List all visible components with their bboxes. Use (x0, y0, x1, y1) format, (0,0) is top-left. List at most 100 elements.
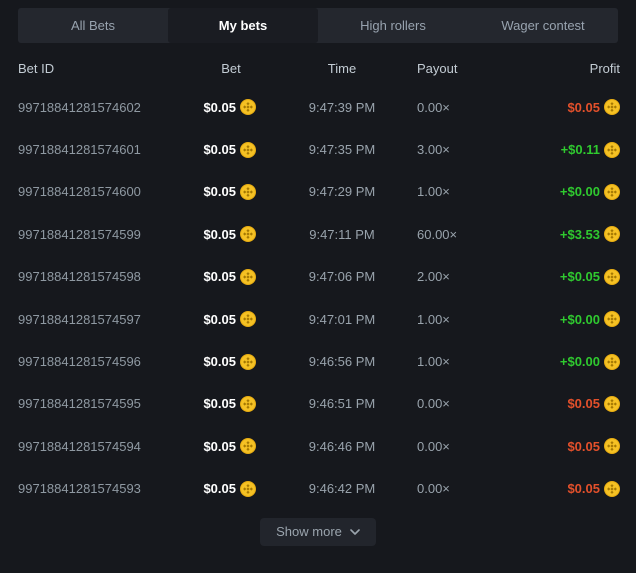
bet-payout-cell: 2.00× (410, 269, 515, 284)
bet-amount-value: $0.05 (203, 142, 236, 157)
bet-profit-value: +$3.53 (560, 227, 600, 242)
bet-amount-value: $0.05 (203, 100, 236, 115)
bets-tabbar: All Bets My bets High rollers Wager cont… (18, 8, 618, 43)
bet-profit-cell: +$0.05 (515, 269, 620, 285)
bet-profit-value: $0.05 (567, 481, 600, 496)
bet-id-cell: 99718841281574593 (18, 481, 188, 496)
bet-row: 99718841281574600 $0.05 9:47:29 PM 1.00×… (18, 171, 620, 213)
bnb-coin-icon (604, 354, 620, 370)
bet-row: 99718841281574595 $0.05 9:46:51 PM 0.00×… (18, 383, 620, 425)
bet-profit-value: +$0.00 (560, 354, 600, 369)
bet-profit-cell: +$0.00 (515, 354, 620, 370)
bet-amount-value: $0.05 (203, 439, 236, 454)
column-header-bet: Bet (188, 61, 274, 76)
bet-amount-value: $0.05 (203, 354, 236, 369)
bet-amount-value: $0.05 (203, 184, 236, 199)
bet-amount-value: $0.05 (203, 396, 236, 411)
bet-amount-cell: $0.05 (188, 142, 274, 158)
bnb-coin-icon (240, 311, 256, 327)
bet-amount-cell: $0.05 (188, 226, 274, 242)
bet-profit-cell: +$0.11 (515, 142, 620, 158)
bet-time-cell: 9:47:39 PM (274, 100, 410, 115)
bet-amount-cell: $0.05 (188, 184, 274, 200)
bnb-coin-icon (240, 438, 256, 454)
bet-time-cell: 9:47:01 PM (274, 312, 410, 327)
bnb-coin-icon (604, 184, 620, 200)
bet-amount-cell: $0.05 (188, 481, 274, 497)
bet-time-cell: 9:47:29 PM (274, 184, 410, 199)
bet-profit-value: $0.05 (567, 100, 600, 115)
bet-time-cell: 9:47:35 PM (274, 142, 410, 157)
bnb-coin-icon (240, 226, 256, 242)
bet-payout-cell: 1.00× (410, 354, 515, 369)
tab-all-bets[interactable]: All Bets (18, 8, 168, 43)
bet-row: 99718841281574594 $0.05 9:46:46 PM 0.00×… (18, 425, 620, 467)
bet-row: 99718841281574598 $0.05 9:47:06 PM 2.00×… (18, 256, 620, 298)
show-more-container: Show more (0, 518, 636, 546)
bet-profit-cell: +$0.00 (515, 311, 620, 327)
bet-profit-cell: $0.05 (515, 438, 620, 454)
tab-my-bets[interactable]: My bets (168, 8, 318, 43)
show-more-button[interactable]: Show more (260, 518, 376, 546)
bet-row: 99718841281574599 $0.05 9:47:11 PM 60.00… (18, 213, 620, 255)
bet-payout-cell: 1.00× (410, 312, 515, 327)
tab-wager-contest[interactable]: Wager contest (468, 8, 618, 43)
bet-profit-cell: $0.05 (515, 396, 620, 412)
bnb-coin-icon (240, 142, 256, 158)
bet-amount-value: $0.05 (203, 481, 236, 496)
bet-amount-cell: $0.05 (188, 311, 274, 327)
bet-amount-cell: $0.05 (188, 99, 274, 115)
bet-payout-cell: 0.00× (410, 100, 515, 115)
bet-payout-cell: 60.00× (410, 227, 515, 242)
bnb-coin-icon (240, 354, 256, 370)
bet-row: 99718841281574593 $0.05 9:46:42 PM 0.00×… (18, 468, 620, 510)
bet-id-cell: 99718841281574598 (18, 269, 188, 284)
chevron-down-icon (350, 529, 360, 535)
bet-id-cell: 99718841281574594 (18, 439, 188, 454)
bnb-coin-icon (604, 311, 620, 327)
bet-time-cell: 9:46:51 PM (274, 396, 410, 411)
bet-time-cell: 9:46:56 PM (274, 354, 410, 369)
bnb-coin-icon (240, 269, 256, 285)
bet-id-cell: 99718841281574600 (18, 184, 188, 199)
bet-id-cell: 99718841281574601 (18, 142, 188, 157)
bnb-coin-icon (240, 396, 256, 412)
bet-profit-value: +$0.05 (560, 269, 600, 284)
bet-profit-cell: $0.05 (515, 481, 620, 497)
bet-payout-cell: 0.00× (410, 439, 515, 454)
show-more-label: Show more (276, 524, 342, 539)
bet-amount-value: $0.05 (203, 312, 236, 327)
bet-amount-cell: $0.05 (188, 354, 274, 370)
table-header-row: Bet ID Bet Time Payout Profit (18, 54, 620, 82)
bnb-coin-icon (240, 99, 256, 115)
bnb-coin-icon (604, 269, 620, 285)
bet-amount-cell: $0.05 (188, 269, 274, 285)
bet-amount-value: $0.05 (203, 227, 236, 242)
bnb-coin-icon (604, 481, 620, 497)
bet-payout-cell: 3.00× (410, 142, 515, 157)
bet-time-cell: 9:47:11 PM (274, 227, 410, 242)
bnb-coin-icon (240, 481, 256, 497)
bet-payout-cell: 1.00× (410, 184, 515, 199)
bet-payout-cell: 0.00× (410, 396, 515, 411)
bnb-coin-icon (604, 396, 620, 412)
bet-profit-cell: +$3.53 (515, 226, 620, 242)
bet-time-cell: 9:47:06 PM (274, 269, 410, 284)
bet-row: 99718841281574602 $0.05 9:47:39 PM 0.00×… (18, 86, 620, 128)
bet-amount-cell: $0.05 (188, 396, 274, 412)
bet-amount-value: $0.05 (203, 269, 236, 284)
column-header-bet-id: Bet ID (18, 61, 188, 76)
tab-high-rollers[interactable]: High rollers (318, 8, 468, 43)
column-header-time: Time (274, 61, 410, 76)
bets-history-panel: All Bets My bets High rollers Wager cont… (0, 8, 636, 546)
bnb-coin-icon (604, 438, 620, 454)
bet-profit-value: +$0.00 (560, 312, 600, 327)
bnb-coin-icon (604, 99, 620, 115)
column-header-payout: Payout (410, 61, 515, 76)
bet-id-cell: 99718841281574596 (18, 354, 188, 369)
column-header-profit: Profit (515, 61, 620, 76)
bnb-coin-icon (240, 184, 256, 200)
bet-row: 99718841281574597 $0.05 9:47:01 PM 1.00×… (18, 298, 620, 340)
bet-time-cell: 9:46:46 PM (274, 439, 410, 454)
bet-row: 99718841281574596 $0.05 9:46:56 PM 1.00×… (18, 340, 620, 382)
